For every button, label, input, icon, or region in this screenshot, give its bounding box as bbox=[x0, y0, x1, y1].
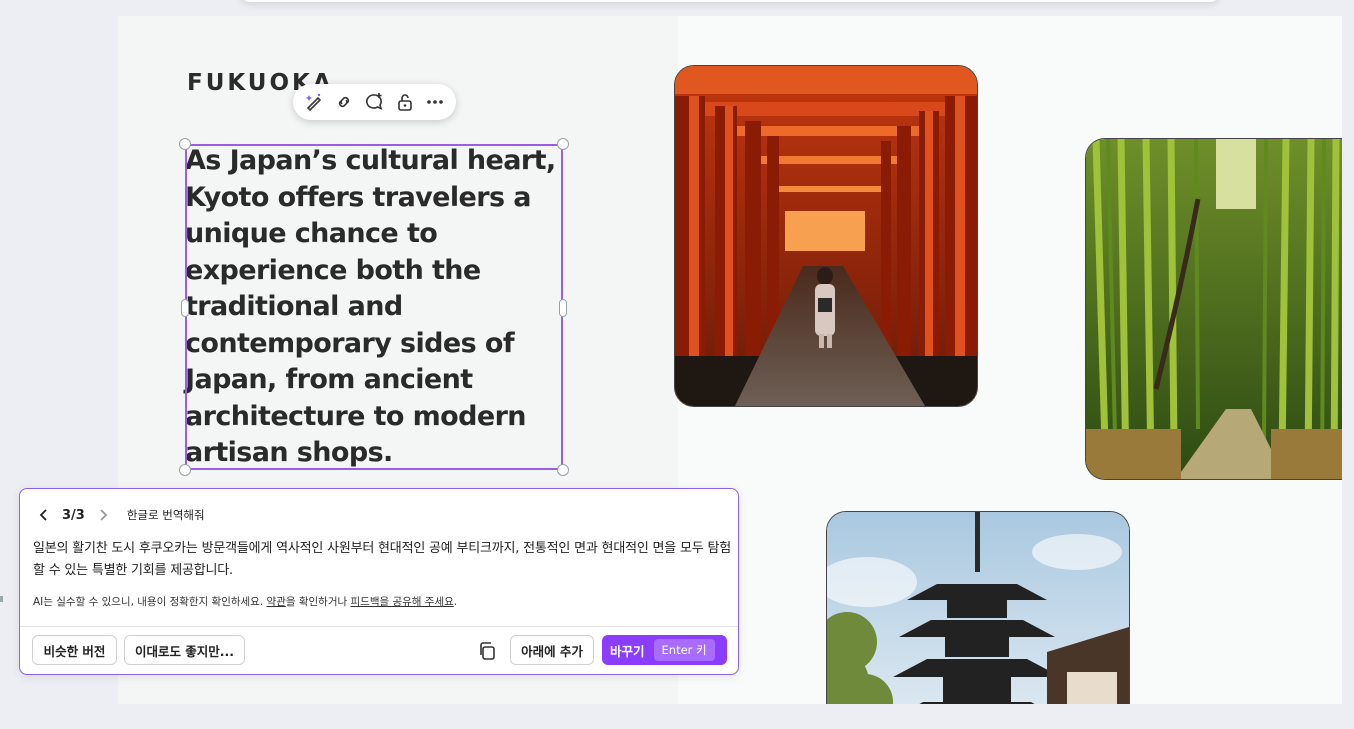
resize-handle-left[interactable] bbox=[181, 299, 189, 317]
replace-button[interactable]: 바꾸기 Enter 키 bbox=[602, 635, 727, 665]
copy-icon bbox=[480, 642, 495, 660]
chevron-right-icon bbox=[100, 509, 108, 521]
ai-disclaimer: AI는 실수할 수 있으니, 내용이 정확한지 확인하세요. 약관을 확인하거나… bbox=[33, 594, 457, 609]
lock-icon[interactable] bbox=[392, 89, 418, 115]
disclaimer-text-mid: 을 확인하거나 bbox=[285, 596, 351, 608]
feedback-link[interactable]: 피드백을 공유해 주세요 bbox=[351, 596, 454, 608]
resize-handle-right[interactable] bbox=[559, 299, 567, 317]
pagoda-photo[interactable] bbox=[826, 511, 1130, 704]
floating-element-toolbar bbox=[293, 84, 456, 120]
similar-version-button[interactable]: 비슷한 버전 bbox=[32, 635, 117, 665]
comment-add-icon[interactable] bbox=[361, 89, 387, 115]
resize-handle-top-left[interactable] bbox=[179, 138, 191, 150]
terms-link[interactable]: 약관 bbox=[267, 596, 286, 608]
selection-box[interactable] bbox=[185, 144, 563, 470]
magic-edit-icon[interactable] bbox=[301, 89, 327, 115]
top-toolbar-edge bbox=[240, 0, 1220, 2]
next-version-button[interactable] bbox=[93, 505, 113, 525]
disclaimer-text-end: . bbox=[453, 596, 458, 608]
keep-but-button[interactable]: 이대로도 좋지만... bbox=[124, 635, 245, 665]
panel-divider bbox=[20, 626, 738, 627]
ai-panel-header: 3/3 한글로 번역해줘 bbox=[34, 505, 205, 525]
chevron-left-icon bbox=[39, 509, 47, 521]
page-edge-marker bbox=[0, 596, 3, 602]
more-icon[interactable] bbox=[422, 89, 448, 115]
torii-gates-photo[interactable] bbox=[674, 65, 978, 407]
copy-button[interactable] bbox=[475, 639, 499, 663]
previous-version-button[interactable] bbox=[34, 505, 54, 525]
resize-handle-bottom-left[interactable] bbox=[179, 464, 191, 476]
replace-shortcut-badge: Enter 키 bbox=[653, 639, 715, 661]
add-below-button[interactable]: 아래에 추가 bbox=[510, 635, 594, 665]
ai-translation-panel: 3/3 한글로 번역해줘 일본의 활기찬 도시 후쿠오카는 방문객들에게 역사적… bbox=[19, 488, 739, 675]
bamboo-forest-photo[interactable] bbox=[1085, 138, 1342, 480]
link-icon[interactable] bbox=[331, 89, 357, 115]
disclaimer-text: AI는 실수할 수 있으니, 내용이 정확한지 확인하세요. bbox=[33, 596, 267, 608]
replace-button-label: 바꾸기 bbox=[610, 643, 645, 659]
ai-prompt-text: 한글로 번역해줘 bbox=[126, 508, 205, 522]
version-counter: 3/3 bbox=[62, 507, 85, 523]
ai-result-text: 일본의 활기찬 도시 후쿠오카는 방문객들에게 역사적인 사원부터 현대적인 공… bbox=[33, 541, 731, 578]
resize-handle-bottom-right[interactable] bbox=[557, 464, 569, 476]
resize-handle-top-right[interactable] bbox=[557, 138, 569, 150]
